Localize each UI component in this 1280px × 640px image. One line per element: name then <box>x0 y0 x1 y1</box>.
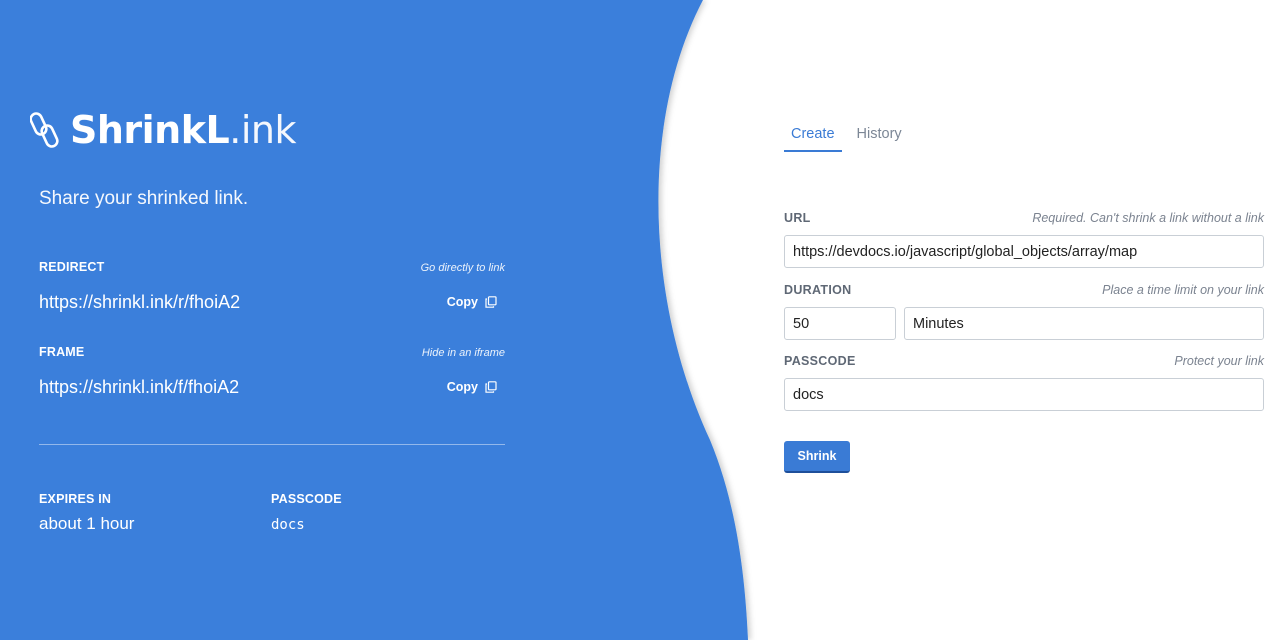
frame-url: https://shrinkl.ink/f/fhoiA2 <box>39 376 240 397</box>
create-panel: Create History URL Required. Can't shrin… <box>784 0 1264 640</box>
redirect-link-block: REDIRECT Go directly to link https://shr… <box>39 260 505 314</box>
url-hint: Required. Can't shrink a link without a … <box>1032 211 1264 225</box>
duration-unit-value: Minutes <box>913 315 964 332</box>
tab-create[interactable]: Create <box>784 120 842 152</box>
paperclip-icon <box>30 112 59 148</box>
tab-history[interactable]: History <box>850 120 909 152</box>
passcode-label: PASSCODE <box>784 354 856 368</box>
shrink-button[interactable]: Shrink <box>784 441 850 473</box>
frame-hint: Hide in an iframe <box>421 347 505 359</box>
copy-redirect-label: Copy <box>446 295 478 309</box>
brand-name-light: .ink <box>229 108 296 152</box>
passcode-hint: Protect your link <box>1174 354 1264 368</box>
brand-logo: ShrinkL.ink <box>30 108 296 152</box>
url-field-group: URL Required. Can't shrink a link withou… <box>784 211 1264 268</box>
duration-field-group: DURATION Place a time limit on your link… <box>784 283 1264 340</box>
duration-amount-input[interactable] <box>784 307 896 340</box>
divider <box>39 444 505 445</box>
copy-icon <box>485 296 497 308</box>
passcode-info-value: docs <box>271 517 305 533</box>
expires-value: about 1 hour <box>39 514 135 533</box>
passcode-info-label: PASSCODE <box>271 492 342 506</box>
passcode-field-group: PASSCODE Protect your link <box>784 354 1264 411</box>
passcode-info: PASSCODE docs <box>271 492 342 533</box>
url-label: URL <box>784 211 811 225</box>
expires-label: EXPIRES IN <box>39 492 112 506</box>
copy-redirect-button[interactable]: Copy <box>447 295 497 309</box>
redirect-url: https://shrinkl.ink/r/fhoiA2 <box>39 291 241 312</box>
redirect-label: REDIRECT <box>39 260 105 274</box>
duration-label: DURATION <box>784 283 852 297</box>
frame-link-block: FRAME Hide in an iframe https://shrinkl.… <box>39 345 505 399</box>
copy-icon <box>485 381 497 393</box>
copy-frame-button[interactable]: Copy <box>447 380 497 394</box>
tab-bar: Create History <box>784 120 917 152</box>
expires-info: EXPIRES IN about 1 hour <box>39 492 134 534</box>
tagline: Share your shrinked link. <box>39 188 249 209</box>
passcode-input[interactable] <box>784 378 1264 411</box>
redirect-hint: Go directly to link <box>420 262 505 274</box>
duration-hint: Place a time limit on your link <box>1102 283 1264 297</box>
brand-name-bold: ShrinkL <box>70 108 230 152</box>
duration-unit-select[interactable]: Minutes <box>904 307 1264 340</box>
copy-frame-label: Copy <box>446 380 478 394</box>
url-input[interactable] <box>784 235 1264 268</box>
frame-label: FRAME <box>39 345 85 359</box>
brand-name: ShrinkL.ink <box>70 108 296 152</box>
share-panel: ShrinkL.ink Share your shrinked link. RE… <box>0 0 700 640</box>
